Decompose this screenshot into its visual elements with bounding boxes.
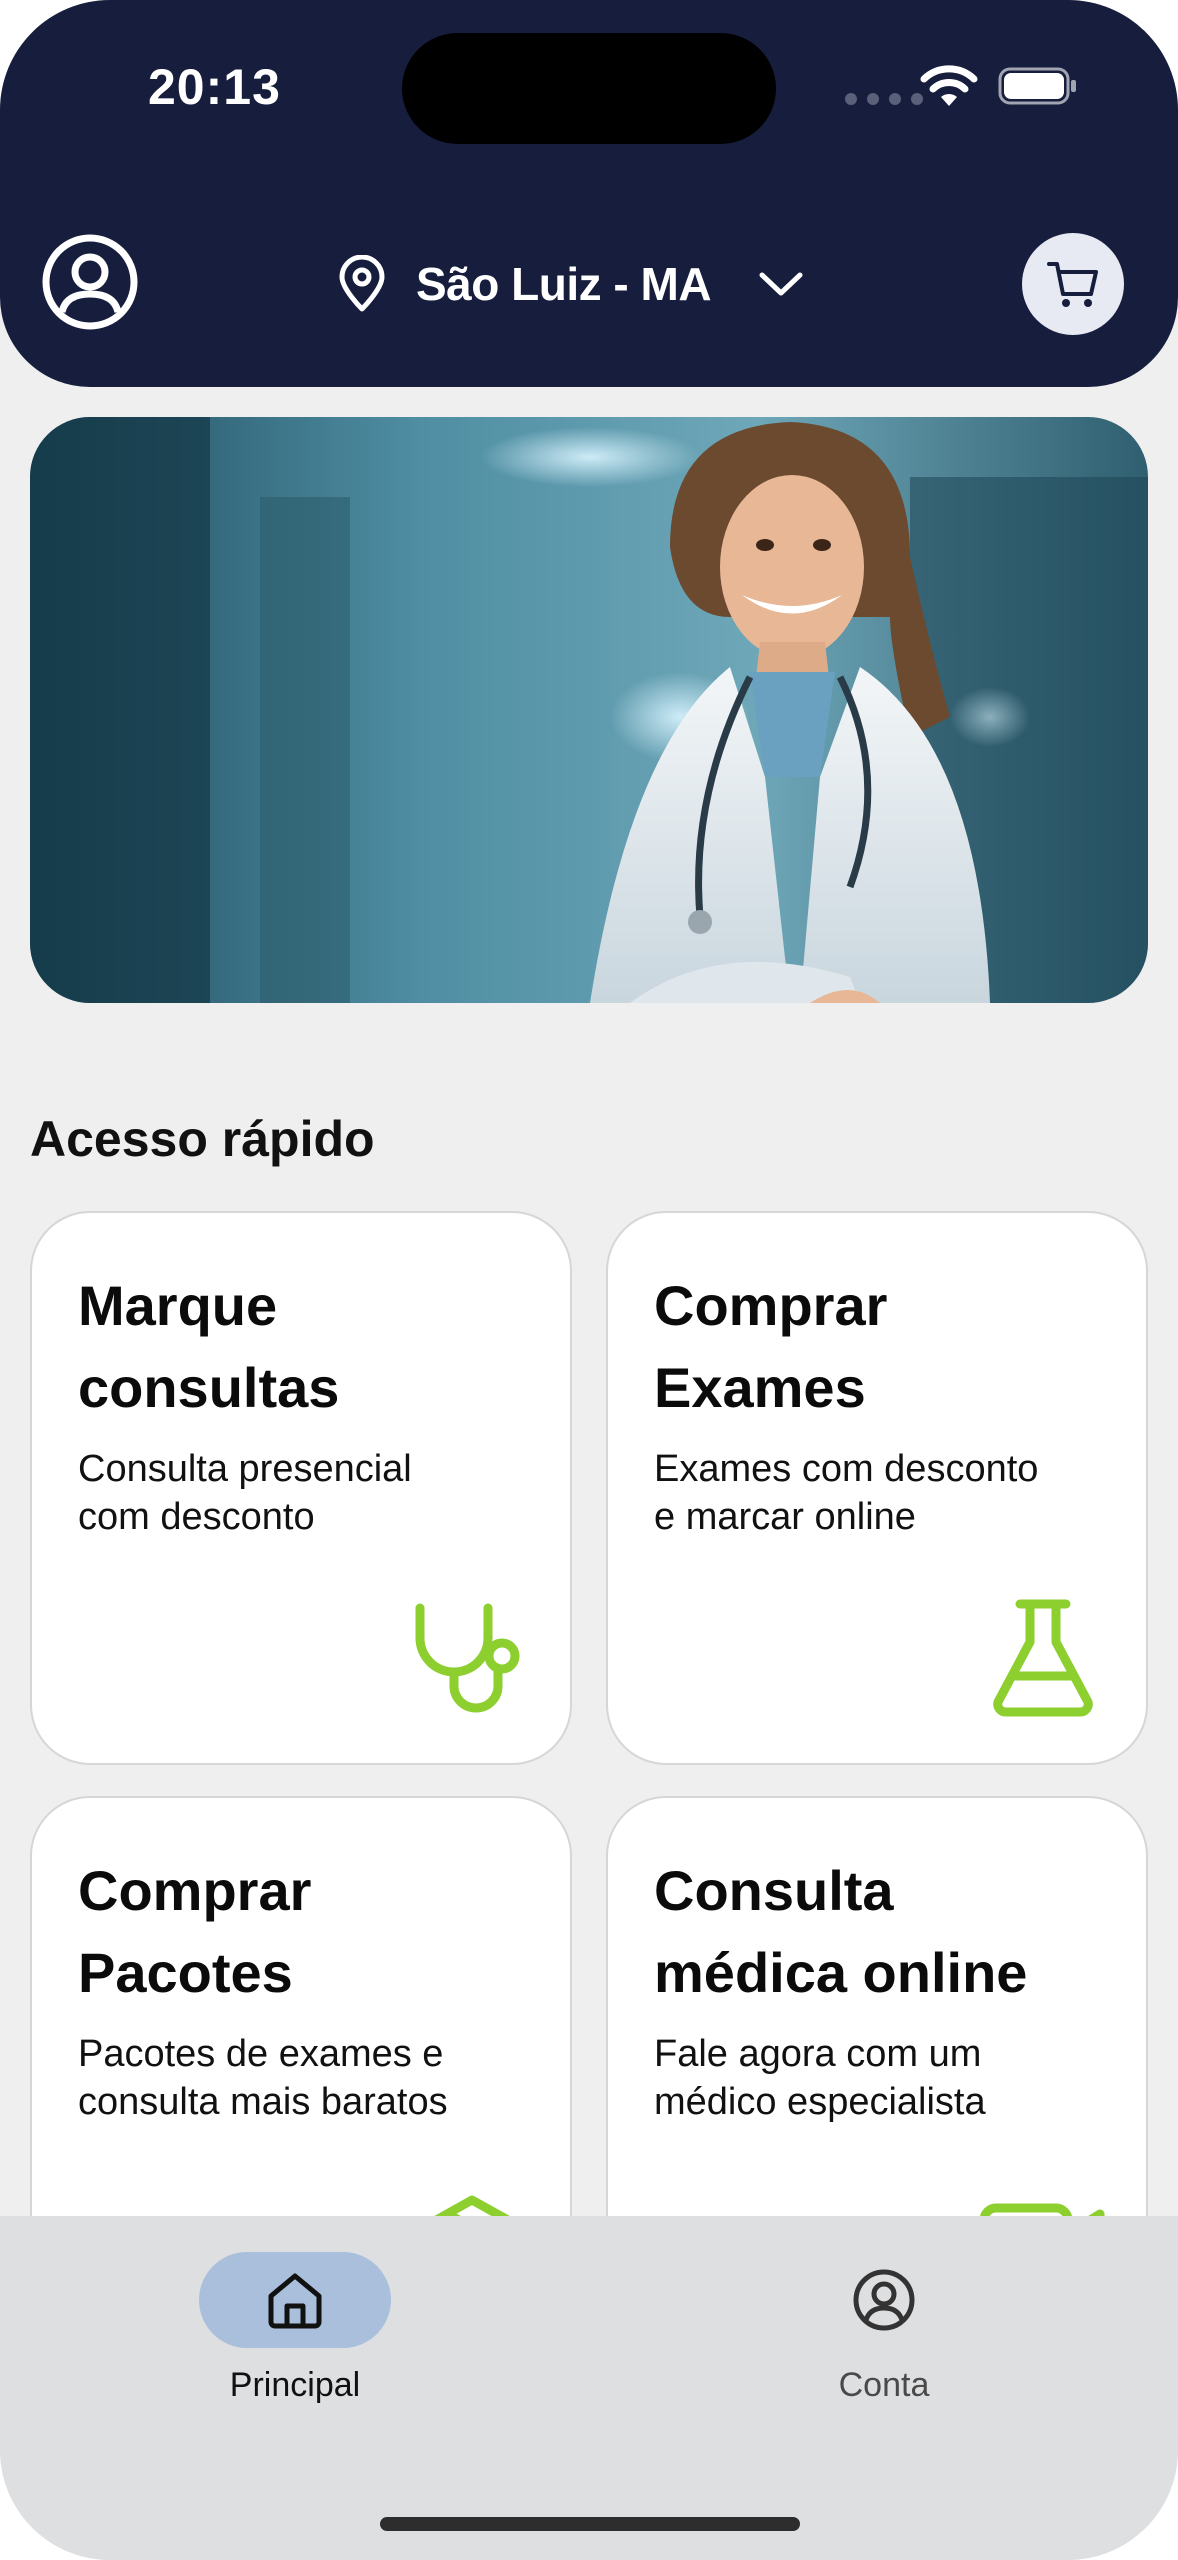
wifi-icon <box>920 65 978 106</box>
tab-label: Principal <box>229 2366 361 2404</box>
flask-icon <box>993 1599 1093 1717</box>
card-description: Consulta presencial com desconto <box>78 1448 412 1538</box>
profile-icon[interactable] <box>40 232 140 332</box>
shopping-cart-icon <box>1047 262 1098 307</box>
card-title: Comprar Exames <box>654 1274 888 1419</box>
home-icon <box>268 2273 322 2329</box>
location-selector[interactable]: São Luiz - MA <box>336 243 805 325</box>
card-description: Fale agora com um médico especialista <box>654 2033 986 2123</box>
tab-indicator <box>788 2252 980 2348</box>
location-label: São Luiz - MA <box>416 258 712 310</box>
cart-button[interactable] <box>1022 233 1124 335</box>
tab-conta[interactable]: Conta <box>739 2252 1039 2412</box>
chevron-down-icon <box>759 272 803 296</box>
card-title: Consulta médica online <box>654 1859 1028 2004</box>
doctor-hospital-photo <box>30 417 1148 1003</box>
user-circle-icon <box>853 2269 915 2331</box>
card-title: Comprar Pacotes <box>78 1859 312 2004</box>
dynamic-island <box>402 33 776 144</box>
hero-banner[interactable] <box>30 417 1148 1003</box>
app-screen: 20:13 São Luiz - MA Acesso rápido Marque… <box>0 0 1178 2560</box>
section-title: Acesso rápido <box>30 1111 375 1167</box>
tab-active-indicator <box>199 2252 391 2348</box>
card-book-appointments[interactable]: Marque consultas Consulta presencial com… <box>30 1211 572 1765</box>
card-buy-exams[interactable]: Comprar Exames Exames com desconto e mar… <box>606 1211 1148 1765</box>
app-header: 20:13 São Luiz - MA <box>0 0 1178 387</box>
card-title: Marque consultas <box>78 1274 340 1419</box>
home-indicator[interactable] <box>380 2517 800 2531</box>
stethoscope-icon <box>415 1603 520 1713</box>
tab-label: Conta <box>838 2366 930 2404</box>
card-description: Pacotes de exames e consulta mais barato… <box>78 2033 448 2123</box>
cellular-dots-icon <box>845 93 923 105</box>
map-pin-icon <box>339 255 385 312</box>
status-time: 20:13 <box>148 59 281 115</box>
battery-icon <box>998 67 1076 105</box>
tab-principal[interactable]: Principal <box>150 2252 450 2412</box>
card-description: Exames com desconto e marcar online <box>654 1448 1039 1538</box>
bottom-tab-bar: Principal Conta <box>0 2216 1178 2560</box>
